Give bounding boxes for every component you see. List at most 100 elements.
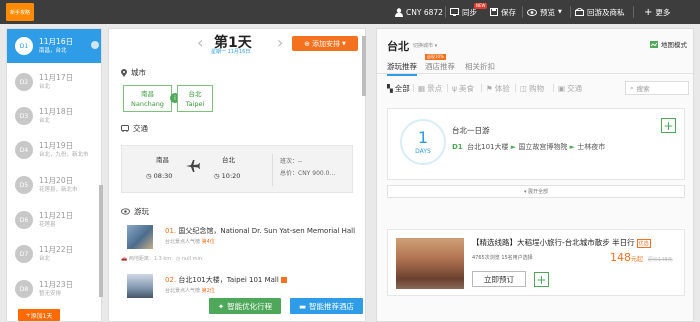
distance-time: null min	[181, 256, 203, 262]
category-shopping[interactable]: ◫ 购物	[520, 83, 544, 94]
add-day-button[interactable]: + 添加1天	[18, 309, 60, 321]
back-button[interactable]: 回游及商私	[575, 0, 625, 24]
more-button[interactable]: + 更多	[644, 0, 670, 24]
preview-button[interactable]: 预览 ▼	[527, 0, 562, 24]
tour-price-unit: 元起	[631, 256, 644, 263]
category-label: 购物	[529, 84, 545, 93]
attraction-item[interactable]: 01. 国父纪念馆，National Dr. Sun Yat-sen Memor…	[121, 225, 355, 255]
category-transport[interactable]: ▣ 交通	[558, 83, 582, 94]
city-cn: 台北	[188, 90, 202, 98]
depart-time: 08:30	[153, 172, 173, 180]
smart-hotel-button[interactable]: ▬ 智能推荐酒店	[290, 298, 363, 314]
category-label: 景点	[427, 84, 443, 93]
search-input[interactable]: ⌕ 搜索	[625, 81, 689, 95]
day-item-1[interactable]: D1 11月16日 南昌，台北	[7, 29, 101, 63]
save-button[interactable]: 保存	[490, 0, 516, 24]
day-badge: D6	[15, 211, 33, 229]
bed-icon: ▬	[298, 301, 307, 311]
day-date: 11月23日	[39, 280, 74, 289]
cashback-badge: 返现10%	[425, 54, 446, 60]
day-item-5[interactable]: D5 11月20日 花莲县，新北市	[7, 168, 101, 202]
day-item-7[interactable]: D7 11月22日 台北	[7, 237, 101, 271]
category-label: 美食	[458, 84, 474, 93]
transport-card[interactable]: 南昌 ◷ 08:30 台北 ◷ 10:20 班次：-- 总价：CNY 900.0…	[121, 145, 353, 193]
tour-title: 【精选线路】大稻埕小旅行-台北城市散步 半日行	[472, 238, 635, 247]
switch-city-link[interactable]: 切换城市 ▾	[413, 42, 437, 49]
back-label: 回游及商私	[587, 7, 625, 17]
day-date: 11月19日	[39, 141, 74, 150]
tour-tag: 优选	[636, 238, 651, 248]
chevron-down-icon: ▾	[523, 188, 527, 195]
transport-price: 总价：CNY 900.0...	[280, 170, 336, 177]
magic-wand-icon: ✦	[217, 301, 225, 311]
plus-icon: ⊕	[304, 39, 310, 48]
city-section-header: 城市	[121, 67, 146, 78]
smart-hotel-label: 智能推荐酒店	[309, 301, 355, 311]
eye-icon	[527, 8, 537, 16]
currency-value: CNY 6872	[406, 7, 443, 17]
category-food[interactable]: ψ 美食	[452, 83, 474, 94]
clock-icon: ◷	[146, 172, 152, 180]
days-circle: 1 DAYS	[400, 119, 446, 165]
day-cities: 台北	[39, 84, 51, 90]
book-now-button[interactable]: 立即预订	[472, 271, 526, 287]
day-item-8[interactable]: D8 11月23日 暂无安排	[7, 272, 101, 306]
day-subtitle: 星期一 11月16日	[211, 49, 251, 55]
day-item-2[interactable]: D2 11月17日 台北	[7, 65, 101, 99]
day-cities: 花莲县，新北市	[39, 187, 78, 193]
newbie-guide-button[interactable]: 新手攻略	[6, 3, 34, 21]
flag-icon: ⚑	[486, 84, 493, 93]
currency-indicator[interactable]: CNY 6872	[395, 0, 443, 24]
sync-button[interactable]: 同步	[450, 0, 477, 24]
category-all[interactable]: ▚ 全部	[387, 83, 410, 94]
day-badge: D5	[15, 176, 33, 194]
map-icon	[650, 40, 658, 48]
plus-icon: +	[644, 6, 653, 18]
detail-scrollbar[interactable]	[362, 36, 366, 96]
day-badge: D7	[15, 245, 33, 263]
smart-route-button[interactable]: ✦ 智能优化行程	[209, 298, 281, 314]
divider	[633, 6, 634, 18]
tab-discount[interactable]: 相关折扣	[465, 61, 495, 72]
day-badge: D4	[15, 141, 33, 159]
arrive-time: 10:20	[221, 172, 241, 180]
tour-image	[396, 238, 464, 289]
tour-card[interactable]: 【精选线路】大稻埕小旅行-台北城市散步 半日行 优选 4765次浏览 15名用户选…	[387, 229, 685, 296]
add-tour-button[interactable]: +	[534, 272, 549, 287]
city-en: Nanchang	[131, 100, 164, 108]
tab-hotel[interactable]: 酒店推荐 返现10%	[425, 54, 455, 72]
day-cities: 南昌，台北	[39, 48, 67, 54]
add-route-button[interactable]: +	[661, 118, 676, 133]
gear-icon[interactable]	[91, 41, 99, 49]
map-mode-button[interactable]: 地图模式	[650, 39, 687, 49]
day-item-6[interactable]: D6 11月21日 花莲县	[7, 203, 101, 237]
city-chip[interactable]: 台北 Taipei	[177, 85, 213, 112]
next-day-arrow[interactable]: ›	[277, 35, 283, 51]
route-card[interactable]: 1 DAYS 台北一日游 D1 台北101大楼 ► 国立故宫博物院 ► 士林夜市…	[387, 108, 685, 180]
chevron-down-icon: ▼	[342, 40, 346, 47]
more-label: 更多	[655, 7, 671, 17]
category-label: 全部	[394, 84, 410, 93]
chevron-down-icon: ▼	[558, 9, 562, 15]
switch-city-label: 切换城市	[413, 43, 434, 49]
edit-icon[interactable]	[281, 277, 288, 283]
divider	[553, 84, 554, 92]
map-mode-label: 地图模式	[661, 41, 687, 49]
transport-section-title: 交通	[133, 124, 148, 133]
expand-all-button[interactable]: ▾ 展开全部	[387, 185, 685, 198]
day-badge: D2	[15, 73, 33, 91]
airplane-icon	[186, 160, 200, 172]
add-plan-button[interactable]: ⊕ 添加安排 ▼	[292, 36, 358, 51]
tab-play[interactable]: 游玩推荐	[387, 61, 417, 76]
day-item-4[interactable]: D4 11月19日 台北，九份，新北市	[7, 133, 101, 167]
depart-city: 南昌	[156, 156, 169, 164]
category-experience[interactable]: ⚑ 体验	[486, 83, 510, 94]
day-item-3[interactable]: D3 11月18日 台北	[7, 99, 101, 133]
city-chip[interactable]: 南昌 Nanchang	[123, 85, 172, 112]
prev-day-arrow[interactable]: ‹	[197, 35, 203, 51]
day-date: 11月18日	[39, 107, 74, 116]
day-list-scrollbar[interactable]	[99, 185, 103, 297]
day-badge: D3	[15, 107, 33, 125]
day-date: 11月20日	[39, 176, 74, 185]
category-sights[interactable]: ▦ 景点	[418, 83, 442, 94]
